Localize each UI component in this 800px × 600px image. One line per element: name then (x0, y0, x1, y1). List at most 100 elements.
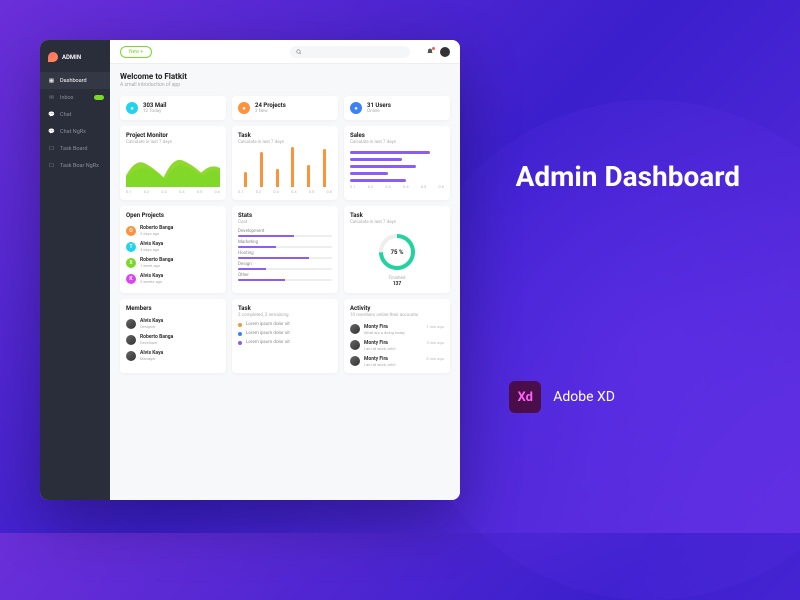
card-subtitle: Calculate in last 7 days (126, 140, 220, 145)
nav-task-board[interactable]: ☐ Task Board (40, 140, 110, 157)
sales-card: Sales Calculate in last 7 days 0.10.20.3… (344, 126, 450, 200)
nav-label: Task Board (60, 146, 87, 152)
stat-icon: ● (238, 102, 250, 114)
activity-time: 8 min ago (426, 356, 444, 361)
members-card: Members Alvis KayaDesignerRoberto BangaD… (120, 299, 226, 373)
stat-value: 31 Users (367, 102, 391, 109)
board-icon: ☐ (48, 145, 55, 152)
project-item[interactable]: KAlvis Kaya2 weeks ago (126, 273, 220, 284)
project-item[interactable]: ORoberto Banga2 days ago (126, 225, 220, 236)
project-meta: 2 days ago (140, 231, 173, 236)
stats-item: Other (238, 273, 332, 281)
task-item[interactable]: Lorem ipsum dolor sit (238, 322, 332, 327)
member-meta: Manager (140, 356, 163, 361)
activity-avatar (350, 340, 360, 350)
nav-task-boar-ngrx[interactable]: ☐Task Boar NgRx (40, 157, 110, 174)
task-dot (238, 323, 242, 327)
hbar (350, 165, 416, 168)
member-avatar (126, 335, 136, 345)
nav-dashboard[interactable]: ▦ Dashboard (40, 72, 110, 89)
task-item[interactable]: Lorem ipsum dolor sit (238, 331, 332, 336)
mail-icon: ✉ (48, 94, 55, 101)
stats-card: Stats Cost DevelopmentMarketingHostingDe… (232, 206, 338, 293)
stats-item: Development (238, 229, 332, 237)
stat-card: ●31 UsersOnline (344, 96, 450, 120)
member-item[interactable]: Alvis KayaDesigner (126, 318, 220, 329)
user-avatar[interactable] (440, 47, 450, 57)
stat-card: ●303 Mail12 Today (120, 96, 226, 120)
project-meta: 1 week ago (140, 263, 173, 268)
card-title: Task (238, 305, 332, 312)
task-donut-card: Task Calculate in last 7 days 75 % Finis… (344, 206, 450, 293)
hbar (350, 172, 388, 175)
content: Welcome to Flatkit A small introduction … (110, 64, 460, 500)
stat-card: ● 24 Projects3 New (232, 96, 338, 120)
notification-icon[interactable] (426, 48, 434, 56)
grid-icon: ▦ (48, 77, 55, 84)
hbar (350, 151, 430, 154)
card-title: Project Monitor (126, 132, 220, 139)
promo-title: Admin Dashboard (516, 160, 740, 193)
task-bar-card: Task Calculate in last 7 days 0.10.20.30… (232, 126, 338, 200)
bar (307, 165, 310, 187)
card-subtitle: 2 completed, 2 remaining (238, 313, 332, 318)
stat-icon: ● (350, 102, 362, 114)
card-title: Task (238, 132, 332, 139)
task-dot (238, 341, 242, 345)
nav-chat[interactable]: 💬Chat (40, 106, 110, 123)
topbar: New + (110, 40, 460, 64)
hbar (350, 179, 406, 182)
bar (260, 152, 263, 187)
search-input[interactable] (290, 46, 410, 58)
welcome-header: Welcome to Flatkit A small introduction … (120, 72, 450, 88)
card-title: Activity (350, 305, 444, 312)
activity-avatar (350, 356, 360, 366)
nav-chat-ngrx[interactable]: 💬Chat NgRx (40, 123, 110, 140)
member-item[interactable]: Alvis KayaManager (126, 350, 220, 361)
card-subtitle: Cost (238, 220, 332, 225)
member-avatar (126, 319, 136, 329)
stat-sub: 3 New (255, 109, 286, 114)
board-icon: ☐ (48, 162, 55, 169)
bar (244, 172, 247, 187)
project-item[interactable]: TAlvis Kaya4 days ago (126, 241, 220, 252)
project-item[interactable]: XRoberto Banga1 week ago (126, 257, 220, 268)
logo-icon (48, 52, 58, 62)
bar (276, 169, 279, 187)
xd-label: Adobe XD (553, 389, 615, 405)
task-item[interactable]: Lorem ipsum dolor sit (238, 340, 332, 345)
project-avatar: K (126, 274, 136, 284)
main-area: New + Welcome to Flatkit A small introdu… (110, 40, 460, 500)
activity-meta: I am at work, brb!! (364, 346, 396, 351)
nav-label: Chat NgRx (60, 129, 86, 135)
app-window: ADMIN ▦Dashboard✉Inbox💬Chat💬Chat NgRx☐Ta… (40, 40, 460, 500)
brand-logo[interactable]: ADMIN (40, 48, 110, 72)
activity-item: Monty FiraWhat are u doing today1 min ag… (350, 324, 444, 335)
nav-badge (94, 95, 104, 100)
task-text: Lorem ipsum dolor sit (246, 322, 290, 327)
task-dot (238, 332, 242, 336)
member-avatar (126, 351, 136, 361)
card-subtitle: 10 members online their accounts (350, 313, 444, 318)
member-item[interactable]: Roberto BangaDeveloper (126, 334, 220, 345)
task-text: Lorem ipsum dolor sit (246, 331, 290, 336)
stat-value: 24 Projects (255, 102, 286, 109)
chat-icon: 💬 (48, 111, 55, 118)
nav-label: Dashboard (60, 78, 87, 84)
activity-meta: What are u doing today (364, 330, 405, 335)
activity-avatar (350, 324, 360, 334)
new-button[interactable]: New + (120, 46, 152, 58)
member-meta: Designer (140, 324, 163, 329)
member-meta: Developer (140, 340, 173, 345)
page-subtitle: A small introduction of app (120, 82, 450, 88)
stats-item: Marketing (238, 240, 332, 248)
activity-time: 5 min ago (426, 340, 444, 345)
card-title: Stats (238, 212, 332, 219)
sidebar: ADMIN ▦Dashboard✉Inbox💬Chat💬Chat NgRx☐Ta… (40, 40, 110, 500)
nav-inbox[interactable]: ✉Inbox (40, 89, 110, 106)
bar-chart (238, 149, 332, 187)
open-projects-card: Open Projects ORoberto Banga2 days agoTA… (120, 206, 226, 293)
card-title: Task (350, 212, 444, 219)
activity-meta: I am at work, brb!! (364, 362, 396, 367)
page-title: Welcome to Flatkit (120, 72, 450, 81)
